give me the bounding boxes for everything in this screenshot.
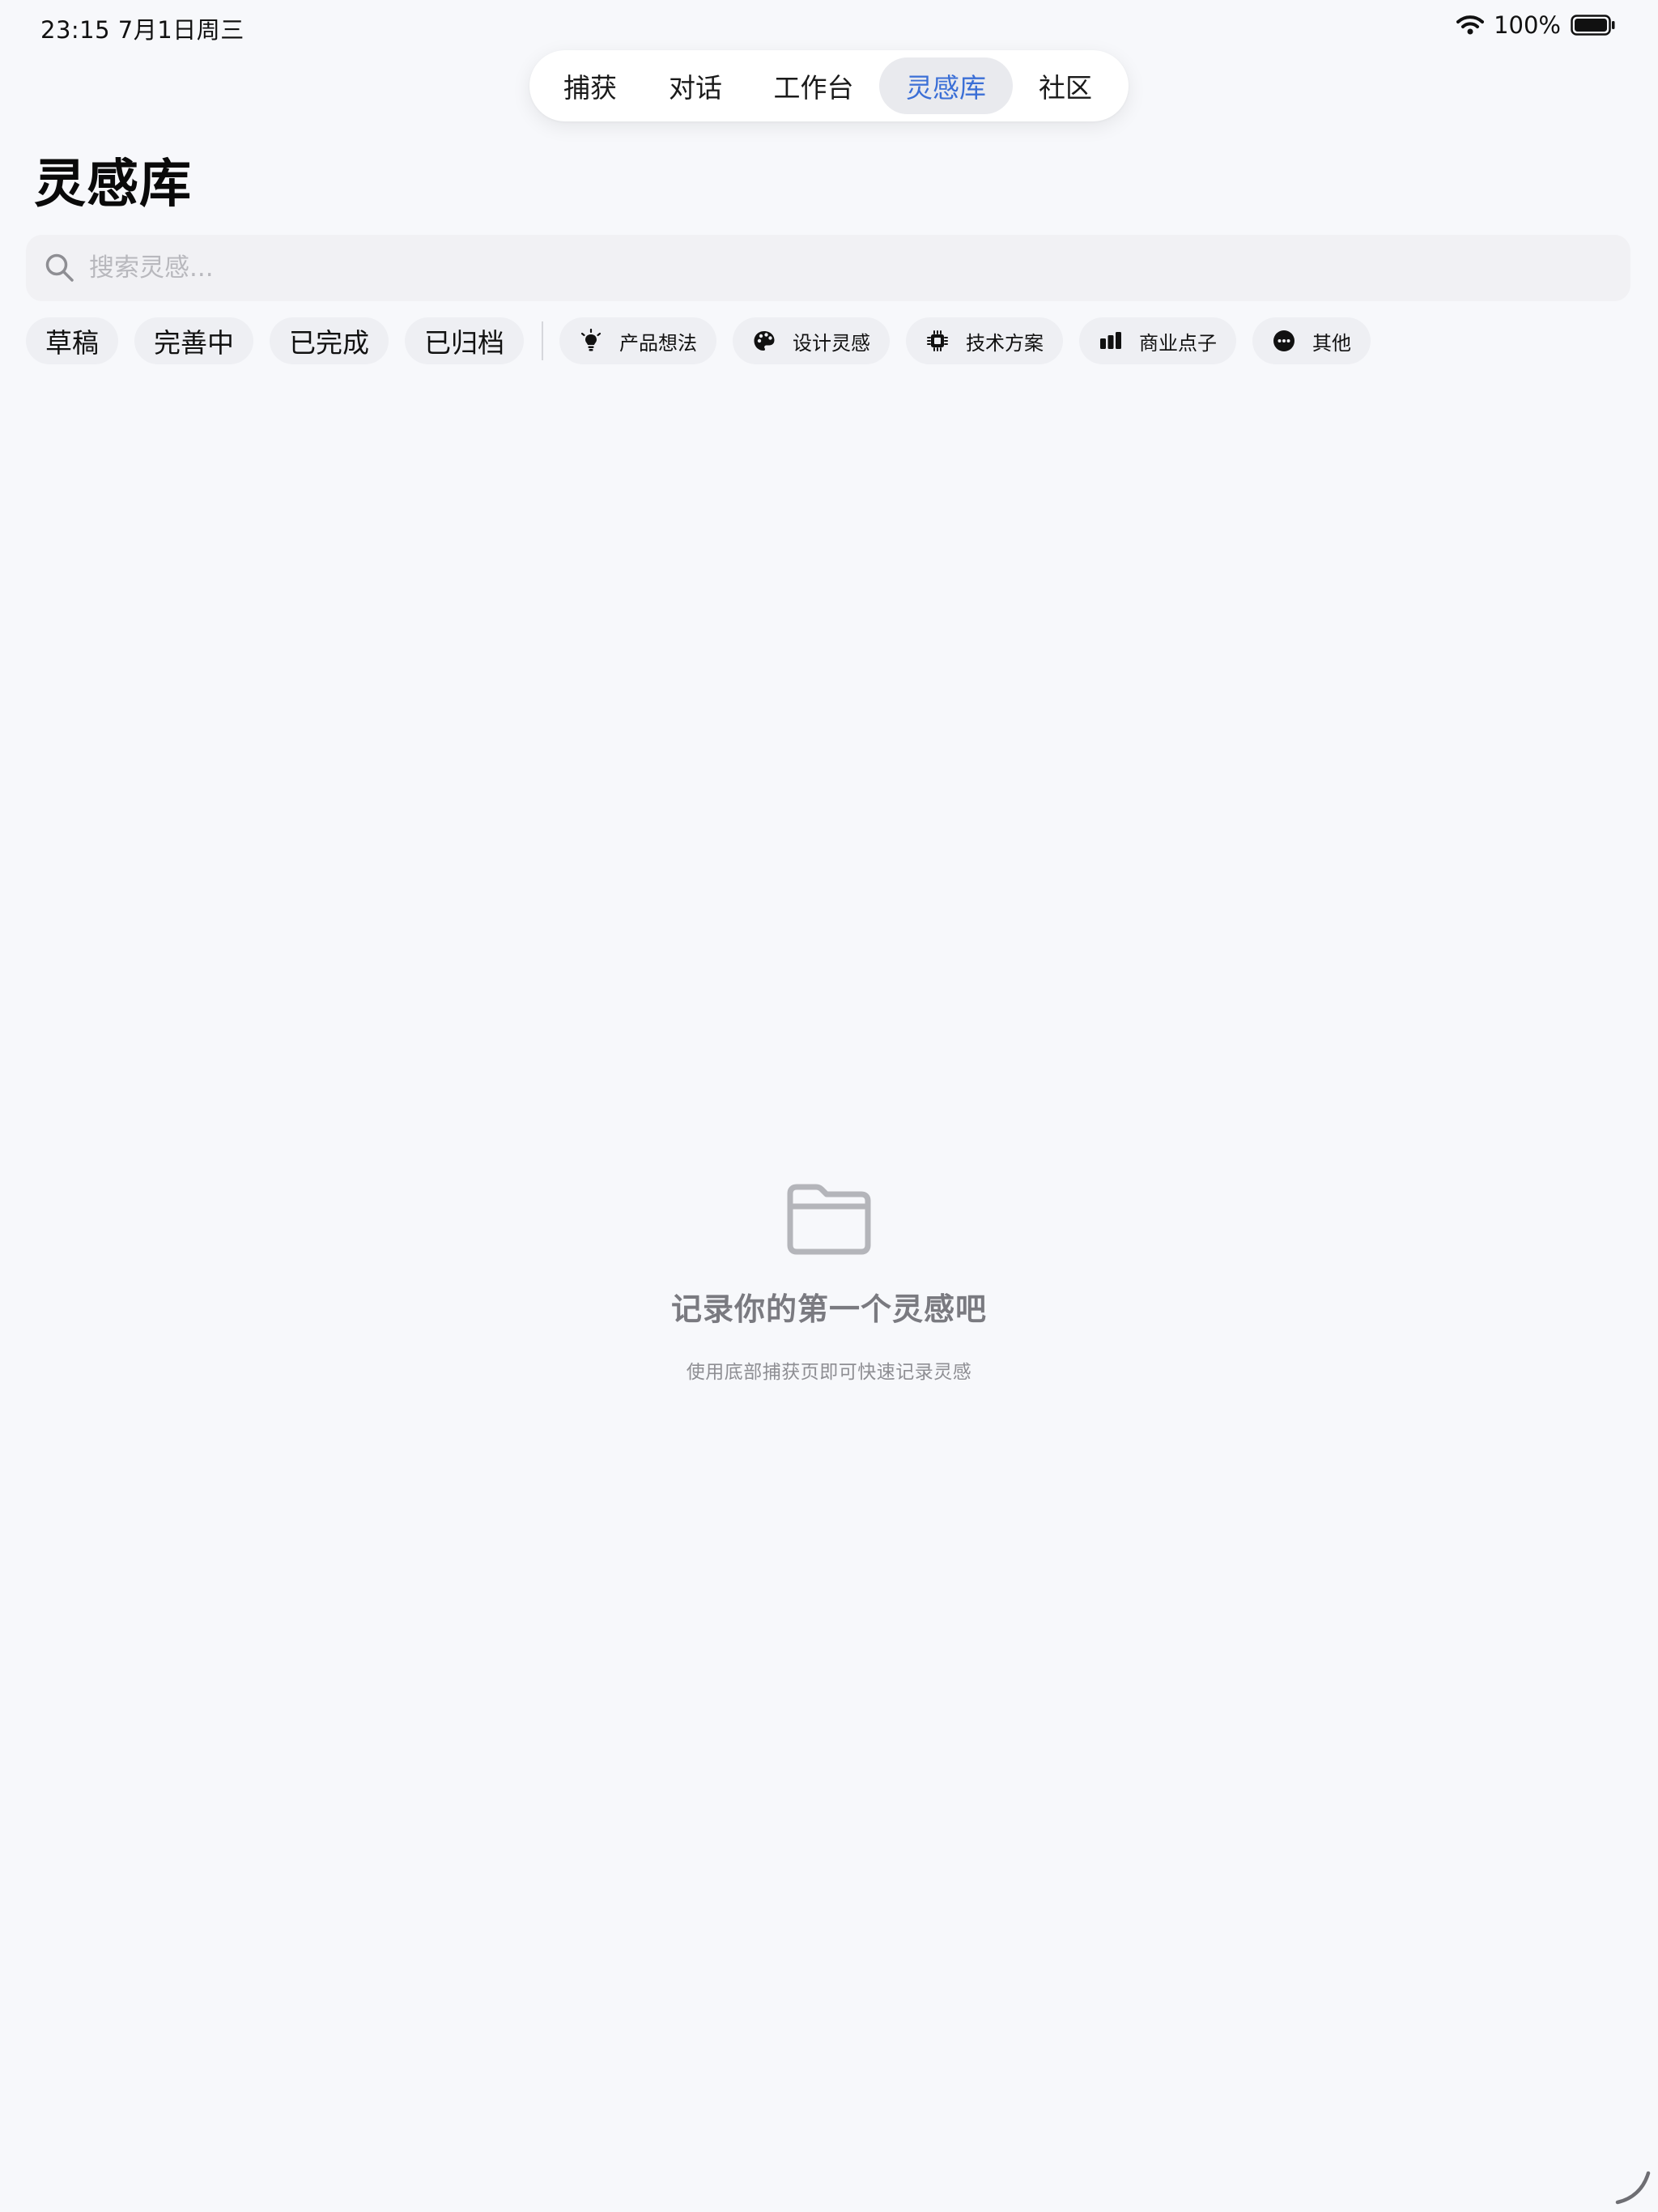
battery-icon <box>1571 15 1616 36</box>
filter-chip-archived[interactable]: 已归档 <box>405 317 524 364</box>
lightbulb-icon <box>579 329 603 353</box>
category-chip-business-idea[interactable]: 商业点子 <box>1079 317 1236 364</box>
category-chip-design-inspiration[interactable]: 设计灵感 <box>733 317 890 364</box>
category-chip-product-idea[interactable]: 产品想法 <box>559 317 716 364</box>
search-input[interactable] <box>87 253 1548 283</box>
empty-state: 记录你的第一个灵感吧 使用底部捕获页即可快速记录灵感 <box>0 1182 1658 1384</box>
category-chip-other[interactable]: 其他 <box>1252 317 1371 364</box>
palette-icon <box>752 329 776 353</box>
tab-community[interactable]: 社区 <box>1013 57 1118 114</box>
empty-state-title: 记录你的第一个灵感吧 <box>670 1291 987 1327</box>
main-tab-bar: 捕获 对话 工作台 灵感库 社区 <box>529 50 1129 121</box>
category-chip-label: 设计灵感 <box>793 331 870 355</box>
battery-percent: 100% <box>1494 11 1561 39</box>
filter-bar: 草稿 完善中 已完成 已归档 产品想法 设计灵感 技术方案 商业点子 其他 <box>26 317 1387 364</box>
filter-chip-completed[interactable]: 已完成 <box>270 317 389 364</box>
wifi-icon <box>1456 15 1485 36</box>
chart-icon <box>1099 329 1123 353</box>
filter-chip-in-progress[interactable]: 完善中 <box>134 317 253 364</box>
category-chip-label: 产品想法 <box>619 331 697 355</box>
status-indicators: 100% <box>1456 11 1616 39</box>
category-chip-label: 技术方案 <box>966 331 1044 355</box>
filter-divider <box>542 321 543 360</box>
cpu-icon <box>925 329 950 353</box>
empty-state-subtitle: 使用底部捕获页即可快速记录灵感 <box>686 1362 972 1383</box>
tab-chat[interactable]: 对话 <box>643 57 748 114</box>
category-chip-label: 其他 <box>1312 331 1351 355</box>
tab-workbench[interactable]: 工作台 <box>748 57 879 114</box>
status-time: 23:15 7月1日周三 <box>40 16 244 44</box>
search-icon <box>45 253 74 282</box>
filter-chip-draft[interactable]: 草稿 <box>26 317 118 364</box>
tab-capture[interactable]: 捕获 <box>538 57 643 114</box>
category-chip-tech-solution[interactable]: 技术方案 <box>906 317 1063 364</box>
resize-handle-icon[interactable] <box>1614 2168 1652 2206</box>
category-chip-label: 商业点子 <box>1139 331 1217 355</box>
more-icon <box>1272 329 1296 353</box>
search-bar[interactable] <box>26 235 1630 301</box>
tab-inspiration-library[interactable]: 灵感库 <box>879 57 1013 114</box>
folder-icon <box>787 1184 871 1255</box>
page-title: 灵感库 <box>34 155 192 215</box>
